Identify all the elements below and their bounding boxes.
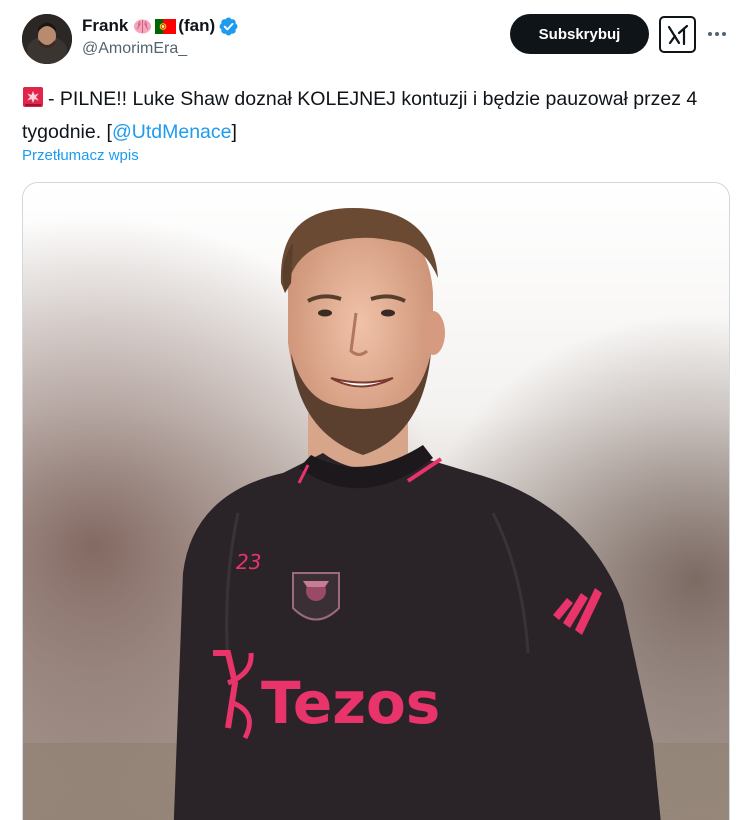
club-crest-icon (292, 572, 340, 621)
subscribe-button[interactable]: Subskrybuj (510, 14, 649, 54)
author-fan-label: (fan) (178, 16, 216, 35)
mention-link[interactable]: @UtdMenace (112, 121, 232, 143)
portugal-flag-icon (155, 18, 177, 34)
avatar-image (22, 14, 72, 64)
avatar[interactable] (22, 14, 72, 64)
player-photo: 23 Tezos (23, 183, 729, 820)
author-display-name[interactable]: Frank (82, 16, 128, 36)
more-options-button[interactable] (706, 24, 728, 44)
tweet-media[interactable]: 23 Tezos (22, 182, 730, 820)
sponsor-name: Tezos (261, 669, 440, 737)
shirt-number: 23 (236, 550, 261, 574)
siren-icon (22, 86, 44, 117)
grok-icon (667, 24, 688, 45)
more-icon (708, 32, 726, 36)
author-handle[interactable]: @AmorimEra_ (82, 40, 187, 58)
translate-link[interactable]: Przetłumacz wpis (22, 147, 139, 164)
grok-button[interactable] (659, 16, 696, 53)
verified-badge-icon[interactable] (218, 16, 239, 37)
author-name-row[interactable]: Frank (fan) (82, 15, 239, 37)
tweet-text: - PILNE!! Luke Shaw doznał KOLEJNEJ kont… (22, 84, 722, 147)
brain-icon (133, 18, 152, 35)
tweet-body-end: ] (231, 121, 237, 143)
